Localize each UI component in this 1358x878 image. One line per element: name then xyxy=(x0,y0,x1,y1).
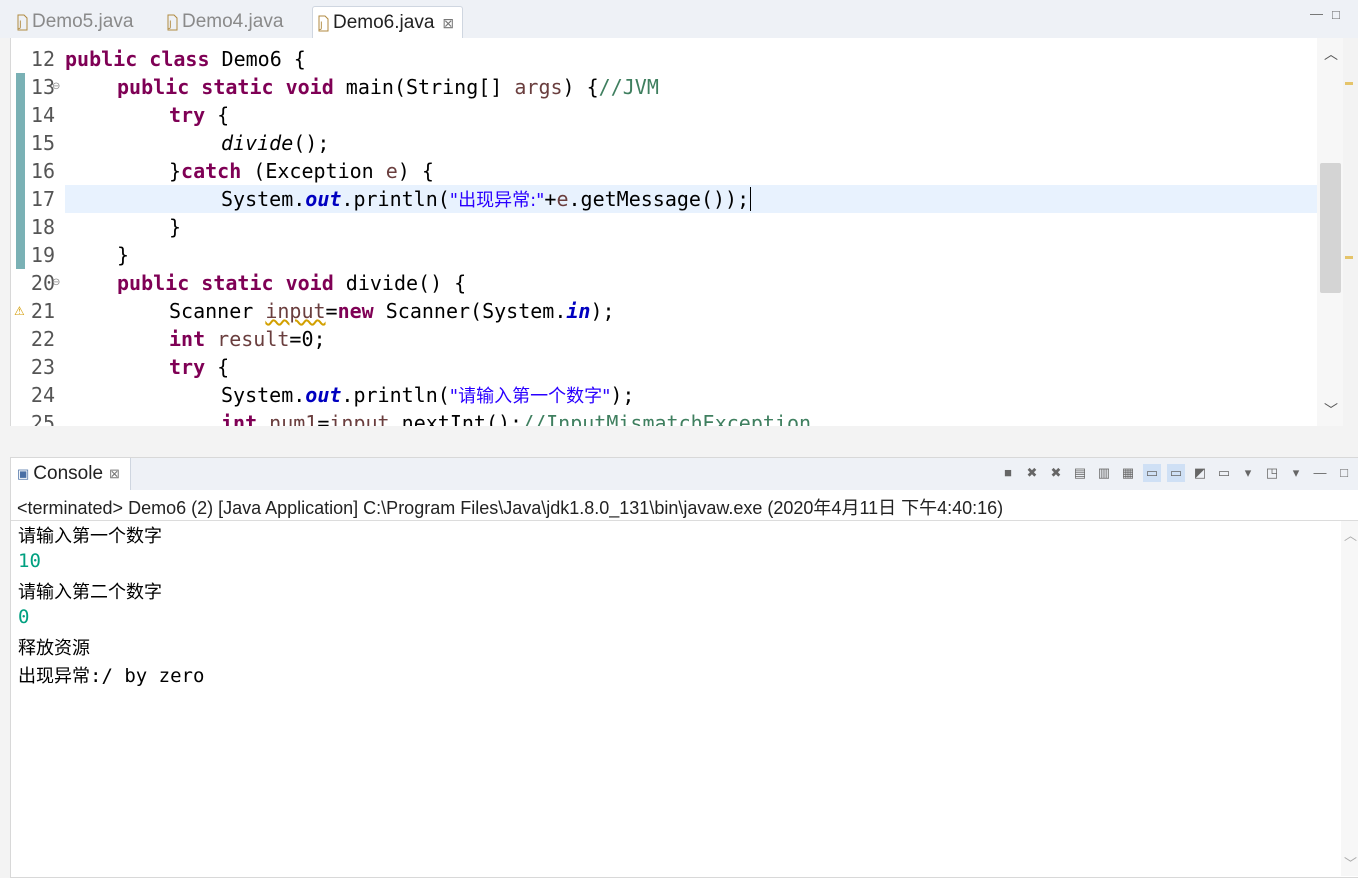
display-console-icon[interactable]: ▭ xyxy=(1215,464,1233,482)
console-output-line: 10 xyxy=(18,550,41,572)
divider xyxy=(11,520,1358,521)
console-view: ▣ Console ⊠ ■ ✖ ✖ ▤ ▥ ▦ ▭ ▭ ◩ ▭ ▾ ◳ ▾ — … xyxy=(10,457,1358,878)
line-number: 16 xyxy=(30,159,55,183)
tab-demo4[interactable]: J Demo4.java xyxy=(166,6,283,38)
text-cursor xyxy=(750,187,752,211)
scroll-down-icon[interactable]: ﹀ xyxy=(1344,853,1357,872)
tab-label: Demo5.java xyxy=(32,11,134,32)
scrollbar-thumb[interactable] xyxy=(1320,163,1341,293)
line-number: 14 xyxy=(30,103,55,127)
code-line-25: int num1=input.nextInt();//InputMismatch… xyxy=(221,411,812,426)
code-editor[interactable]: 12 13 14 15 16 17 18 19 20 21 22 23 24 2… xyxy=(10,38,1344,426)
code-line-13: public static void main(String[] args) {… xyxy=(117,75,659,99)
code-line-15: divide(); xyxy=(221,131,330,155)
console-toolbar: ■ ✖ ✖ ▤ ▥ ▦ ▭ ▭ ◩ ▭ ▾ ◳ ▾ — □ xyxy=(999,464,1353,482)
line-number-gutter: 12 13 14 15 16 17 18 19 20 21 22 23 24 2… xyxy=(11,38,65,426)
remove-launch-icon[interactable]: ✖ xyxy=(1023,464,1041,482)
pin-console-icon[interactable]: ◩ xyxy=(1191,464,1209,482)
svg-text:J: J xyxy=(168,20,172,30)
code-line-20: public static void divide() { xyxy=(117,271,467,295)
line-number: 17 xyxy=(30,187,55,211)
console-tab-bar: ▣ Console ⊠ ■ ✖ ✖ ▤ ▥ ▦ ▭ ▭ ◩ ▭ ▾ ◳ ▾ — … xyxy=(11,458,1358,490)
code-line-19: } xyxy=(117,243,130,267)
line-number: 18 xyxy=(30,215,55,239)
overview-marker[interactable] xyxy=(1345,256,1353,259)
maximize-icon[interactable]: □ xyxy=(1335,464,1353,482)
word-wrap-icon[interactable]: ▦ xyxy=(1119,464,1137,482)
code-line-23: try { xyxy=(169,355,230,379)
minimize-icon[interactable]: — xyxy=(1310,6,1323,21)
tab-label: Demo4.java xyxy=(182,11,284,32)
line-number: 12 xyxy=(30,47,55,71)
overview-marker[interactable] xyxy=(1345,82,1353,85)
clear-console-icon[interactable]: ▤ xyxy=(1071,464,1089,482)
tab-demo5[interactable]: J Demo5.java xyxy=(16,6,133,38)
svg-text:J: J xyxy=(18,20,22,30)
java-file-icon: J xyxy=(317,15,329,32)
console-vertical-scrollbar[interactable]: ︿ ﹀ xyxy=(1341,521,1358,876)
close-tab-icon[interactable]: ⊠ xyxy=(442,15,454,32)
console-output-line: 0 xyxy=(18,606,30,628)
java-file-icon: J xyxy=(16,14,28,31)
java-file-icon: J xyxy=(166,14,178,31)
code-line-18: } xyxy=(169,215,182,239)
fold-toggle-icon[interactable]: ⊖ xyxy=(52,277,60,288)
line-number: 19 xyxy=(30,243,55,267)
chevron-down-icon[interactable]: ▾ xyxy=(1239,464,1257,482)
chevron-down-icon[interactable]: ▾ xyxy=(1287,464,1305,482)
scroll-up-icon[interactable]: ︿ xyxy=(1324,44,1338,64)
scroll-lock-icon[interactable]: ▥ xyxy=(1095,464,1113,482)
code-line-24: System.out.println("请输入第一个数字"); xyxy=(221,383,635,407)
code-line-16: }catch (Exception e) { xyxy=(169,159,434,183)
line-number: 20 xyxy=(30,271,55,295)
show-on-stdout-icon[interactable]: ▭ xyxy=(1143,464,1161,482)
remove-all-terminated-icon[interactable]: ✖ xyxy=(1047,464,1065,482)
line-number: 25 xyxy=(30,411,55,426)
tab-demo6[interactable]: J Demo6.java ⊠ xyxy=(312,6,464,39)
console-output-line: 释放资源 xyxy=(18,638,90,659)
console-output-line: 请输入第一个数字 xyxy=(18,526,162,547)
editor-tab-bar: J Demo5.java J Demo4.java J Demo6.java ⊠… xyxy=(0,0,1358,39)
scroll-down-icon[interactable]: ﹀ xyxy=(1324,400,1338,420)
show-on-stderr-icon[interactable]: ▭ xyxy=(1167,464,1185,482)
maximize-icon[interactable]: □ xyxy=(1332,7,1340,22)
tab-label: Demo6.java xyxy=(333,12,435,33)
line-number: 23 xyxy=(30,355,55,379)
code-line-22: int result=0; xyxy=(169,327,326,351)
minimize-icon[interactable]: — xyxy=(1311,464,1329,482)
fold-toggle-icon[interactable]: ⊖ xyxy=(52,81,60,92)
tab-console[interactable]: ▣ Console ⊠ xyxy=(11,458,131,490)
console-icon: ▣ xyxy=(17,466,30,481)
code-line-12: public class Demo6 { xyxy=(65,47,306,71)
code-text-area[interactable]: public class Demo6 { public static void … xyxy=(65,38,1317,426)
open-console-icon[interactable]: ◳ xyxy=(1263,464,1281,482)
console-output-line: 出现异常:/ by zero xyxy=(18,665,205,687)
line-number: 22 xyxy=(30,327,55,351)
line-number: 15 xyxy=(30,131,55,155)
console-tab-label: Console xyxy=(33,463,104,484)
close-tab-icon[interactable]: ⊠ xyxy=(109,466,120,482)
launch-status: <terminated> Demo6 (2) [Java Application… xyxy=(17,498,1004,518)
warning-icon[interactable]: ⚠ xyxy=(14,304,25,318)
svg-text:J: J xyxy=(319,21,323,31)
overview-ruler[interactable] xyxy=(1343,38,1358,426)
scroll-up-icon[interactable]: ︿ xyxy=(1344,525,1357,544)
line-number: 13 xyxy=(30,75,55,99)
code-line-14: try { xyxy=(169,103,230,127)
code-line-21: Scanner input=new Scanner(System.in); xyxy=(169,299,615,323)
code-line-17: System.out.println("出现异常:"+e.getMessage(… xyxy=(221,187,752,211)
terminate-icon[interactable]: ■ xyxy=(999,464,1017,482)
console-output-line: 请输入第二个数字 xyxy=(18,582,162,603)
line-number: 24 xyxy=(30,383,55,407)
